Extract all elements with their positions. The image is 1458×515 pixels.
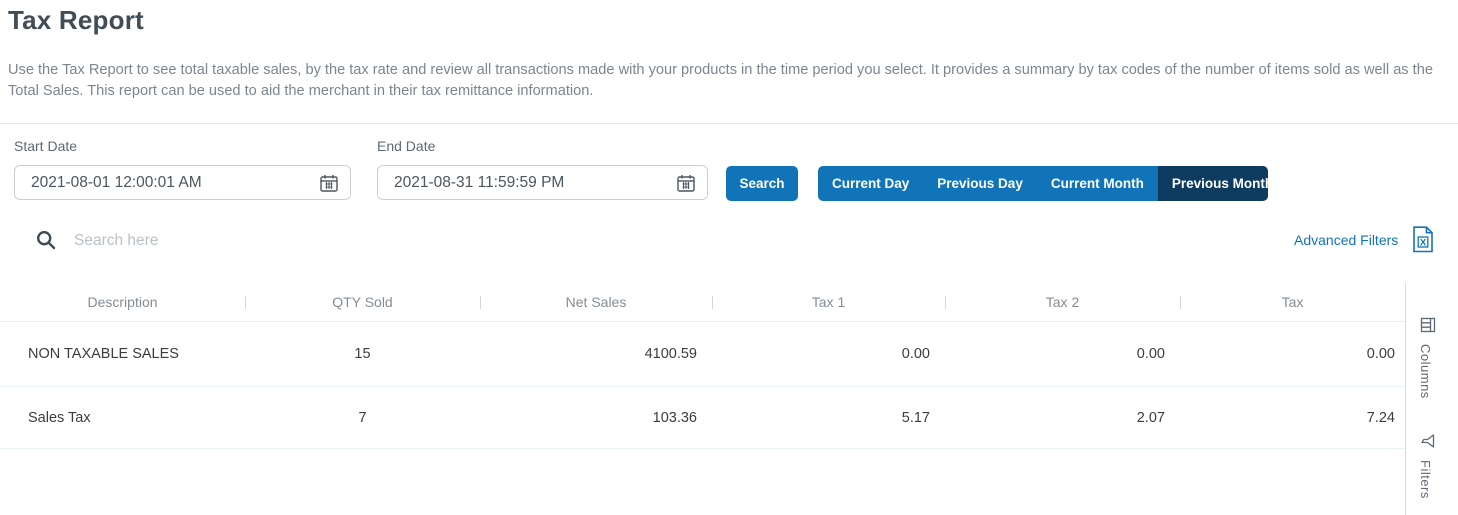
columns-icon [1416, 317, 1436, 333]
cell-description: Sales Tax [28, 409, 91, 426]
column-header-tax2[interactable]: Tax 2 [945, 294, 1180, 310]
table-side-panel: Columns Filters [1405, 283, 1458, 515]
cell-tax2: 2.07 [1136, 409, 1165, 426]
column-header-description[interactable]: Description [0, 294, 245, 310]
start-date-input[interactable]: 2021-08-01 12:00:01 AM [14, 165, 351, 200]
column-header-tax1[interactable]: Tax 1 [712, 294, 945, 310]
cell-tax: 0.00 [1366, 346, 1395, 362]
table-header-row: Description QTY Sold Net Sales Tax 1 Tax… [0, 283, 1405, 322]
filters-tab[interactable]: Filters [1416, 431, 1436, 499]
excel-export-icon[interactable]: X [1412, 226, 1434, 258]
end-date-value: 2021-08-31 11:59:59 PM [394, 173, 565, 191]
previous-month-button[interactable]: Previous Month [1157, 166, 1268, 201]
filter-funnel-icon [1416, 434, 1436, 449]
column-divider [245, 296, 246, 309]
column-divider [712, 296, 713, 309]
cell-tax2: 0.00 [1136, 346, 1165, 362]
cell-net-sales: 103.36 [652, 409, 697, 426]
column-header-qty-sold[interactable]: QTY Sold [245, 294, 480, 310]
calendar-icon[interactable] [677, 174, 695, 192]
cell-qty-sold: 7 [358, 409, 367, 426]
cell-tax1: 5.17 [901, 409, 930, 426]
table-row[interactable]: NON TAXABLE SALES 15 4100.59 0.00 0.00 0… [0, 322, 1405, 387]
start-date-label: Start Date [14, 138, 78, 154]
previous-day-button[interactable]: Previous Day [923, 166, 1037, 201]
cell-tax1: 0.00 [901, 346, 930, 362]
end-date-input[interactable]: 2021-08-31 11:59:59 PM [377, 165, 708, 200]
page-description: Use the Tax Report to see total taxable … [8, 62, 1433, 99]
start-date-value: 2021-08-01 12:00:01 AM [31, 173, 202, 191]
end-date-label: End Date [377, 138, 436, 154]
column-divider [945, 296, 946, 309]
cell-tax: 7.24 [1366, 409, 1395, 426]
svg-text:X: X [1420, 237, 1427, 248]
filters-tab-label: Filters [1418, 460, 1433, 499]
advanced-filters-link[interactable]: Advanced Filters [1294, 232, 1398, 248]
current-day-button[interactable]: Current Day [818, 166, 924, 201]
current-month-button[interactable]: Current Month [1036, 166, 1158, 201]
column-header-tax[interactable]: Tax [1180, 294, 1405, 310]
calendar-icon[interactable] [320, 174, 338, 192]
search-icon [36, 230, 56, 255]
column-divider [1180, 296, 1181, 309]
divider [0, 123, 1458, 124]
cell-net-sales: 4100.59 [644, 346, 697, 362]
tax-report-page: Tax Report Use the Tax Report to see tot… [0, 0, 1458, 515]
cell-description: NON TAXABLE SALES [28, 346, 179, 362]
search-input[interactable] [72, 226, 436, 256]
column-divider [480, 296, 481, 309]
cell-qty-sold: 15 [354, 346, 371, 362]
search-button[interactable]: Search [726, 166, 798, 201]
table-row[interactable]: Sales Tax 7 103.36 5.17 2.07 7.24 [0, 387, 1405, 449]
tax-report-table: Description QTY Sold Net Sales Tax 1 Tax… [0, 283, 1405, 449]
columns-tab-label: Columns [1418, 344, 1433, 399]
page-title: Tax Report [8, 5, 144, 35]
column-header-net-sales[interactable]: Net Sales [480, 294, 712, 310]
quick-range-button-group: Current Day Previous Day Current Month P… [818, 166, 1268, 201]
columns-tab[interactable]: Columns [1416, 315, 1436, 399]
